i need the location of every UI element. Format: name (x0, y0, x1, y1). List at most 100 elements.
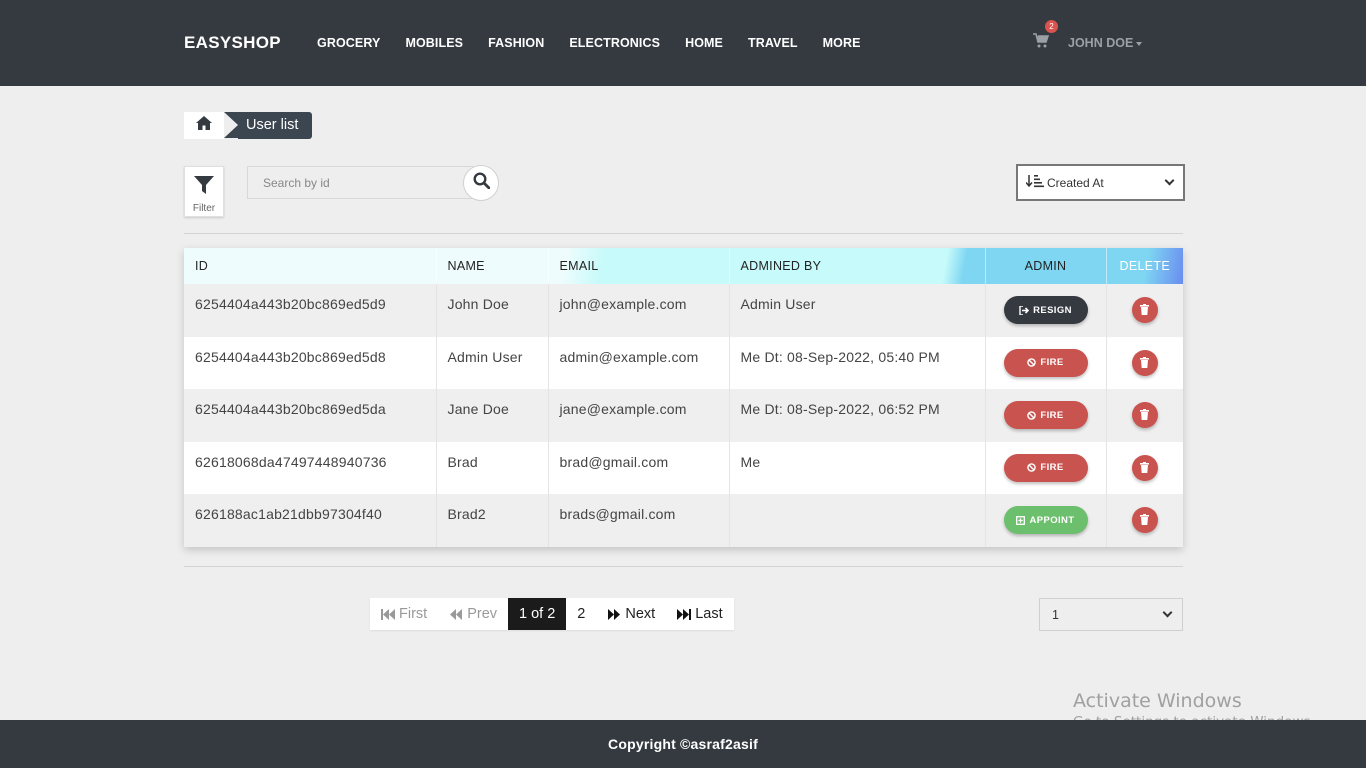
user-menu-dropdown[interactable]: JOHN DOE (1068, 36, 1143, 50)
trash-icon (1140, 407, 1150, 423)
user-table: ID NAME EMAIL ADMINED BY ADMIN DELETE 62… (184, 248, 1183, 547)
pagination-last[interactable]: Last (666, 598, 733, 630)
pagination-prev[interactable]: Prev (438, 598, 508, 630)
search-button[interactable] (463, 165, 499, 201)
table-header-row: ID NAME EMAIL ADMINED BY ADMIN DELETE (184, 248, 1183, 284)
delete-button[interactable] (1131, 507, 1158, 534)
cell-email: admin@example.com (548, 336, 730, 389)
nav-link-travel[interactable]: TRAVEL (748, 36, 798, 50)
user-name: JOHN DOE (1068, 36, 1134, 50)
cell-name: Jane Doe (436, 389, 549, 442)
cell-admin-action: FIRE (985, 389, 1107, 442)
pagination-current[interactable]: 1 of 2 (508, 598, 567, 630)
pagination-prev-label: Prev (467, 606, 498, 622)
footer-copyright: Copyright ©asraf2asif (608, 736, 758, 752)
cell-delete (1106, 284, 1183, 337)
step-forward-icon (677, 608, 692, 620)
nav-link-electronics[interactable]: ELECTRONICS (569, 36, 660, 50)
appoint-button[interactable]: APPOINT (1003, 506, 1088, 535)
table-row: 6254404a443b20bc869ed5d8 Admin User admi… (184, 336, 1183, 390)
cell-delete (1106, 389, 1183, 442)
cell-delete (1106, 494, 1183, 547)
brand-logo[interactable]: EASYSHOP (184, 33, 281, 53)
delete-button[interactable] (1131, 402, 1158, 429)
plus-square-icon (1016, 515, 1026, 525)
delete-button[interactable] (1131, 454, 1158, 481)
nav-link-more[interactable]: MORE (823, 36, 861, 50)
filter-label: Filter (192, 203, 216, 214)
table-row: 6254404a443b20bc869ed5d9 John Doe john@e… (184, 284, 1183, 337)
column-header-delete: DELETE (1119, 259, 1170, 273)
cell-admined-by: Me Dt: 08-Sep-2022, 05:40 PM (729, 336, 986, 389)
cell-admined-by: Admin User (729, 284, 986, 337)
activate-windows-title: Activate Windows (1073, 690, 1242, 712)
pagination-first[interactable]: First (370, 598, 438, 630)
pagination: First Prev 1 of 2 2 Next Last (370, 598, 734, 630)
column-header-admined-by[interactable]: ADMINED BY (729, 248, 986, 284)
chevron-down-icon (1162, 607, 1173, 618)
cell-delete (1106, 442, 1183, 495)
breadcrumb-separator (224, 112, 238, 138)
footer: Copyright ©asraf2asif (0, 720, 1366, 768)
cell-email: jane@example.com (548, 389, 730, 442)
sort-select-value: Created At (1047, 175, 1104, 190)
breadcrumb-current: User list (238, 112, 313, 139)
column-header-email[interactable]: EMAIL (548, 248, 730, 284)
nav-links: GROCERY MOBILES FASHION ELECTRONICS HOME… (317, 36, 886, 50)
fire-button[interactable]: FIRE (1003, 348, 1088, 377)
cell-id: 626188ac1ab21dbb97304f40 (184, 494, 437, 547)
resign-label: RESIGN (1033, 304, 1072, 316)
cell-delete (1106, 337, 1183, 390)
page-select-value: 1 (1052, 607, 1059, 622)
column-header-name[interactable]: NAME (436, 248, 549, 284)
appoint-label: APPOINT (1029, 514, 1075, 526)
cell-email: brad@gmail.com (548, 441, 730, 494)
nav-link-fashion[interactable]: FASHION (488, 36, 544, 50)
cell-email: brads@gmail.com (548, 494, 730, 547)
pagination-first-label: First (399, 606, 428, 622)
nav-link-grocery[interactable]: GROCERY (317, 36, 380, 50)
cell-id: 6254404a443b20bc869ed5d9 (184, 284, 437, 337)
table-row: 62618068da47497448940736 Brad brad@gmail… (184, 441, 1183, 495)
cell-admin-action: FIRE (985, 441, 1107, 494)
nav-link-home[interactable]: HOME (685, 36, 723, 50)
pagination-next-label: Next (625, 606, 656, 622)
cell-admin-action: FIRE (985, 336, 1107, 389)
cell-admined-by: Me (729, 441, 986, 494)
ban-icon (1027, 358, 1037, 368)
pagination-last-label: Last (695, 606, 723, 622)
sort-select[interactable]: Created At (1016, 164, 1185, 201)
trash-icon (1140, 302, 1150, 318)
cell-admin-action: RESIGN (985, 284, 1107, 337)
ban-icon (1027, 410, 1037, 420)
delete-button[interactable] (1131, 349, 1158, 376)
sign-out-icon (1019, 305, 1030, 315)
cell-id: 6254404a443b20bc869ed5d8 (184, 336, 437, 389)
pagination-next[interactable]: Next (596, 598, 666, 630)
cell-email: john@example.com (548, 284, 730, 337)
caret-down-icon (1136, 41, 1143, 46)
search-icon (472, 172, 490, 194)
filter-button[interactable]: Filter (184, 166, 224, 217)
delete-button[interactable] (1131, 297, 1158, 324)
page-select[interactable]: 1 (1039, 598, 1183, 631)
search-input[interactable] (247, 166, 473, 199)
cell-admined-by: Me Dt: 08-Sep-2022, 06:52 PM (729, 389, 986, 442)
cell-name: Brad2 (436, 494, 549, 547)
home-icon (196, 116, 212, 135)
shopping-cart-icon[interactable] (1033, 33, 1051, 51)
nav-link-mobiles[interactable]: MOBILES (405, 36, 463, 50)
fire-label: FIRE (1040, 409, 1064, 421)
breadcrumb-home[interactable] (184, 112, 224, 139)
ban-icon (1027, 463, 1037, 473)
fire-button[interactable]: FIRE (1003, 401, 1088, 430)
table-row: 6254404a443b20bc869ed5da Jane Doe jane@e… (184, 389, 1183, 442)
pagination-page-2[interactable]: 2 (566, 598, 596, 630)
fire-button[interactable]: FIRE (1003, 453, 1088, 482)
column-header-id[interactable]: ID (184, 248, 437, 284)
trash-icon (1140, 512, 1150, 528)
resign-button[interactable]: RESIGN (1003, 296, 1088, 325)
divider-top (184, 233, 1183, 234)
chevron-down-icon (1164, 175, 1175, 186)
filter-icon (185, 176, 223, 199)
